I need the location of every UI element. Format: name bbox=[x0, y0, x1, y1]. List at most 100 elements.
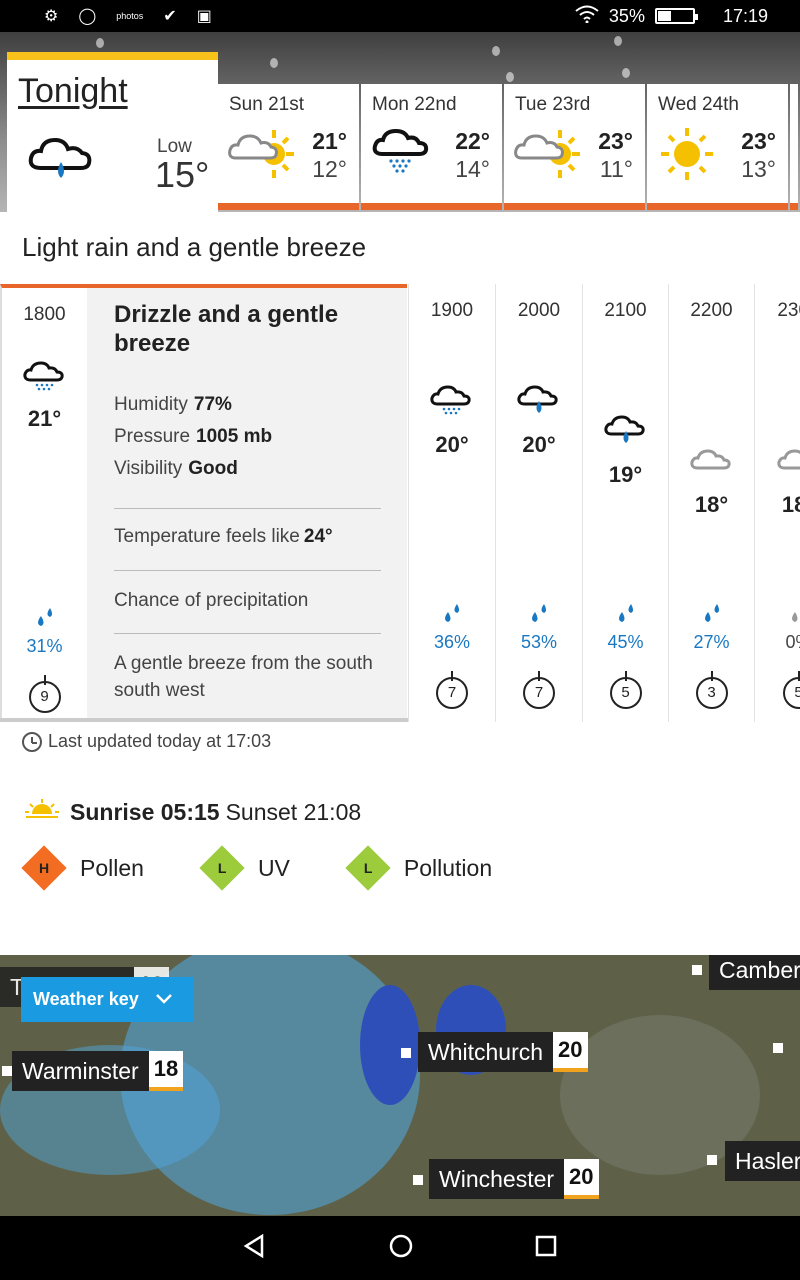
index-label: Pollen bbox=[80, 854, 144, 881]
day-card[interactable]: Mon 22nd 22° 14° bbox=[361, 84, 502, 210]
sunrise-sunset: Sunrise 05:15 Sunset 21:08 bbox=[24, 798, 361, 826]
divider bbox=[114, 633, 381, 634]
high-temperature: 23° bbox=[598, 128, 633, 154]
feels-like-row: Temperature feels like 24° bbox=[114, 526, 333, 547]
hour-temperature: 19° bbox=[608, 462, 643, 487]
wind-speed-icon: 7 bbox=[523, 671, 555, 709]
wind-speed-icon: 3 bbox=[695, 671, 728, 709]
settings-icon: ⚙ bbox=[44, 8, 59, 25]
drizzle-icon bbox=[430, 384, 474, 425]
low-temperature: 12° bbox=[312, 156, 347, 182]
pollution-index[interactable]: L Pollution bbox=[345, 845, 493, 891]
day-card[interactable]: Sun 21st 21° 12° bbox=[218, 84, 359, 210]
rain-cloud-icon bbox=[603, 414, 648, 453]
hour-time: 1800 bbox=[23, 304, 66, 325]
hour-time: 2300 bbox=[777, 300, 800, 321]
day-name: Mon 22nd bbox=[372, 94, 457, 115]
last-updated: Last updated today at 17:03 bbox=[22, 731, 271, 752]
town-label[interactable]: Winchester 20 bbox=[429, 1159, 599, 1199]
status-bar: ⚙ ◯ photos ✔ ▣ 35% 17:19 bbox=[0, 0, 800, 32]
cloud-icon bbox=[689, 446, 734, 477]
index-label: UV bbox=[257, 854, 290, 881]
precipitation-label: Chance of precipitation bbox=[114, 590, 309, 611]
raindrops-icon bbox=[33, 606, 57, 633]
hour-detail-panel: Drizzle and a gentle breeze Humidity 77% … bbox=[87, 284, 407, 722]
image-icon: ▣ bbox=[196, 8, 212, 25]
environment-indices: H Pollen L UV L Pollution bbox=[21, 845, 548, 891]
high-temperature: 22° bbox=[455, 128, 490, 154]
heavy-rain-area bbox=[360, 985, 420, 1105]
raindrops-icon bbox=[787, 602, 800, 629]
alexa-icon: ◯ bbox=[78, 8, 97, 25]
day-card[interactable]: Wed 24th 23° 13° bbox=[647, 84, 788, 210]
low-temperature: 11° bbox=[599, 156, 633, 182]
hour-time: 2100 bbox=[604, 300, 647, 321]
wind-speed-icon: 7 bbox=[436, 671, 468, 709]
low-temperature: 14° bbox=[455, 156, 490, 182]
back-icon[interactable] bbox=[242, 1233, 268, 1264]
wind-description: A gentle breeze from the south south wes… bbox=[114, 653, 373, 701]
precipitation-chance: 53% bbox=[520, 632, 558, 652]
pressure-row: Pressure 1005 mb bbox=[114, 426, 273, 447]
low-temperature: 13° bbox=[741, 156, 776, 182]
day-card[interactable]: Tue 23rd 23° 11° bbox=[504, 84, 645, 210]
detail-title: Drizzle and a gentle breeze bbox=[114, 301, 339, 357]
visibility-row: Visibility Good bbox=[114, 458, 238, 479]
chevron-down-icon bbox=[155, 989, 173, 1010]
day-card-partial bbox=[790, 84, 798, 210]
high-temperature: 23° bbox=[741, 128, 776, 154]
hour-column[interactable]: 1900 20° 36% 7 bbox=[408, 284, 495, 722]
checkmark-icon: ✔ bbox=[163, 8, 177, 25]
humidity-row: Humidity 77% bbox=[114, 394, 232, 415]
town-marker bbox=[413, 1175, 423, 1185]
hour-column[interactable]: 2100 19° 45% 5 bbox=[582, 284, 668, 722]
town-label[interactable]: Whitchurch 20 bbox=[418, 1032, 588, 1072]
recents-icon[interactable] bbox=[534, 1234, 558, 1263]
town-label[interactable]: Hasler bbox=[725, 1141, 800, 1181]
hour-column[interactable]: 2200 18° 27% 3 bbox=[668, 284, 754, 722]
high-temperature: 21° bbox=[312, 128, 347, 154]
weather-map[interactable]: Trowbridge19 Weather key Warminster18 Wh… bbox=[0, 955, 800, 1216]
sun-cloud-icon bbox=[514, 126, 584, 187]
town-label[interactable]: Warminster 18 bbox=[12, 1051, 184, 1091]
day-name: Tue 23rd bbox=[515, 94, 591, 115]
divider bbox=[114, 570, 381, 571]
home-icon[interactable] bbox=[388, 1233, 414, 1264]
battery-icon bbox=[654, 8, 698, 24]
day-name: Wed 24th bbox=[658, 94, 739, 115]
precipitation-chance: 0% bbox=[785, 632, 800, 652]
raindrops-icon bbox=[440, 602, 464, 629]
clock-icon bbox=[22, 731, 42, 752]
drizzle-icon bbox=[371, 126, 441, 187]
pollen-index[interactable]: H Pollen bbox=[21, 845, 144, 891]
wifi-icon bbox=[575, 5, 599, 28]
raindrops-icon bbox=[527, 602, 551, 629]
precipitation-chance: 31% bbox=[26, 636, 63, 656]
weather-key-button[interactable]: Weather key bbox=[21, 977, 194, 1022]
index-label: Pollution bbox=[403, 854, 493, 881]
level-badge-icon: H bbox=[21, 845, 67, 891]
forecast-summary: Light rain and a gentle breeze bbox=[22, 232, 367, 262]
hour-column-selected[interactable]: 1800 21° 31% 9 bbox=[0, 284, 87, 722]
daily-forecast-strip: Sun 21st 21° 12° Mon 22nd 22° 14° Tue 23… bbox=[218, 84, 798, 210]
uv-index[interactable]: L UV bbox=[199, 845, 290, 891]
precipitation-chance: 45% bbox=[607, 632, 644, 652]
hour-column[interactable]: 2000 20° 53% 7 bbox=[495, 284, 582, 722]
precipitation-chance: 36% bbox=[433, 632, 471, 652]
tonight-card[interactable]: Tonight Low 15° bbox=[7, 52, 218, 212]
photos-icon: photos bbox=[116, 11, 144, 21]
town-label[interactable]: Camber bbox=[709, 955, 800, 990]
sunrise-time: Sunrise 05:15 bbox=[70, 798, 220, 825]
town-marker bbox=[773, 1043, 783, 1053]
raindrops-icon bbox=[614, 602, 638, 629]
tonight-label: Tonight bbox=[18, 72, 128, 110]
sunrise-icon bbox=[24, 798, 60, 826]
town-marker bbox=[2, 1066, 12, 1076]
hourly-forecast: 1800 21° 31% 9 Drizzle and a gentle bree… bbox=[0, 284, 800, 724]
wind-speed-icon: 9 bbox=[28, 675, 61, 713]
sunset-time: Sunset 21:08 bbox=[225, 798, 362, 825]
sun-icon bbox=[657, 126, 727, 187]
hour-column[interactable]: 2300 18° 0% 5 bbox=[754, 284, 800, 722]
last-updated-text: Last updated today at 17:03 bbox=[48, 731, 272, 751]
hour-temperature: 20° bbox=[522, 432, 556, 457]
